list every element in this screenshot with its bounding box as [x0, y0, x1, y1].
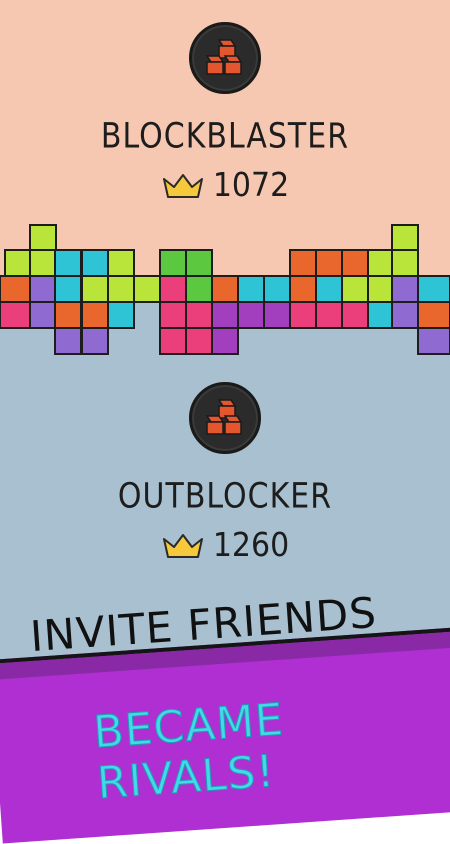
crown-icon: [162, 533, 203, 558]
player-avatar: [189, 382, 261, 454]
player-card-2: OUTBLOCKER 1260: [0, 382, 450, 565]
player-name: OUTBLOCKER: [117, 476, 333, 517]
cubes-icon: [205, 399, 243, 435]
crown-icon: [162, 173, 203, 198]
player-score: 1072: [212, 166, 290, 205]
score-row: 1260: [0, 526, 450, 565]
player-score: 1260: [212, 526, 290, 565]
player-avatar: [189, 22, 261, 94]
score-row: 1072: [0, 166, 450, 205]
player-name: BLOCKBLASTER: [100, 116, 350, 157]
cubes-icon: [205, 39, 243, 75]
player-card-1: BLOCKBLASTER 1072: [0, 22, 450, 205]
